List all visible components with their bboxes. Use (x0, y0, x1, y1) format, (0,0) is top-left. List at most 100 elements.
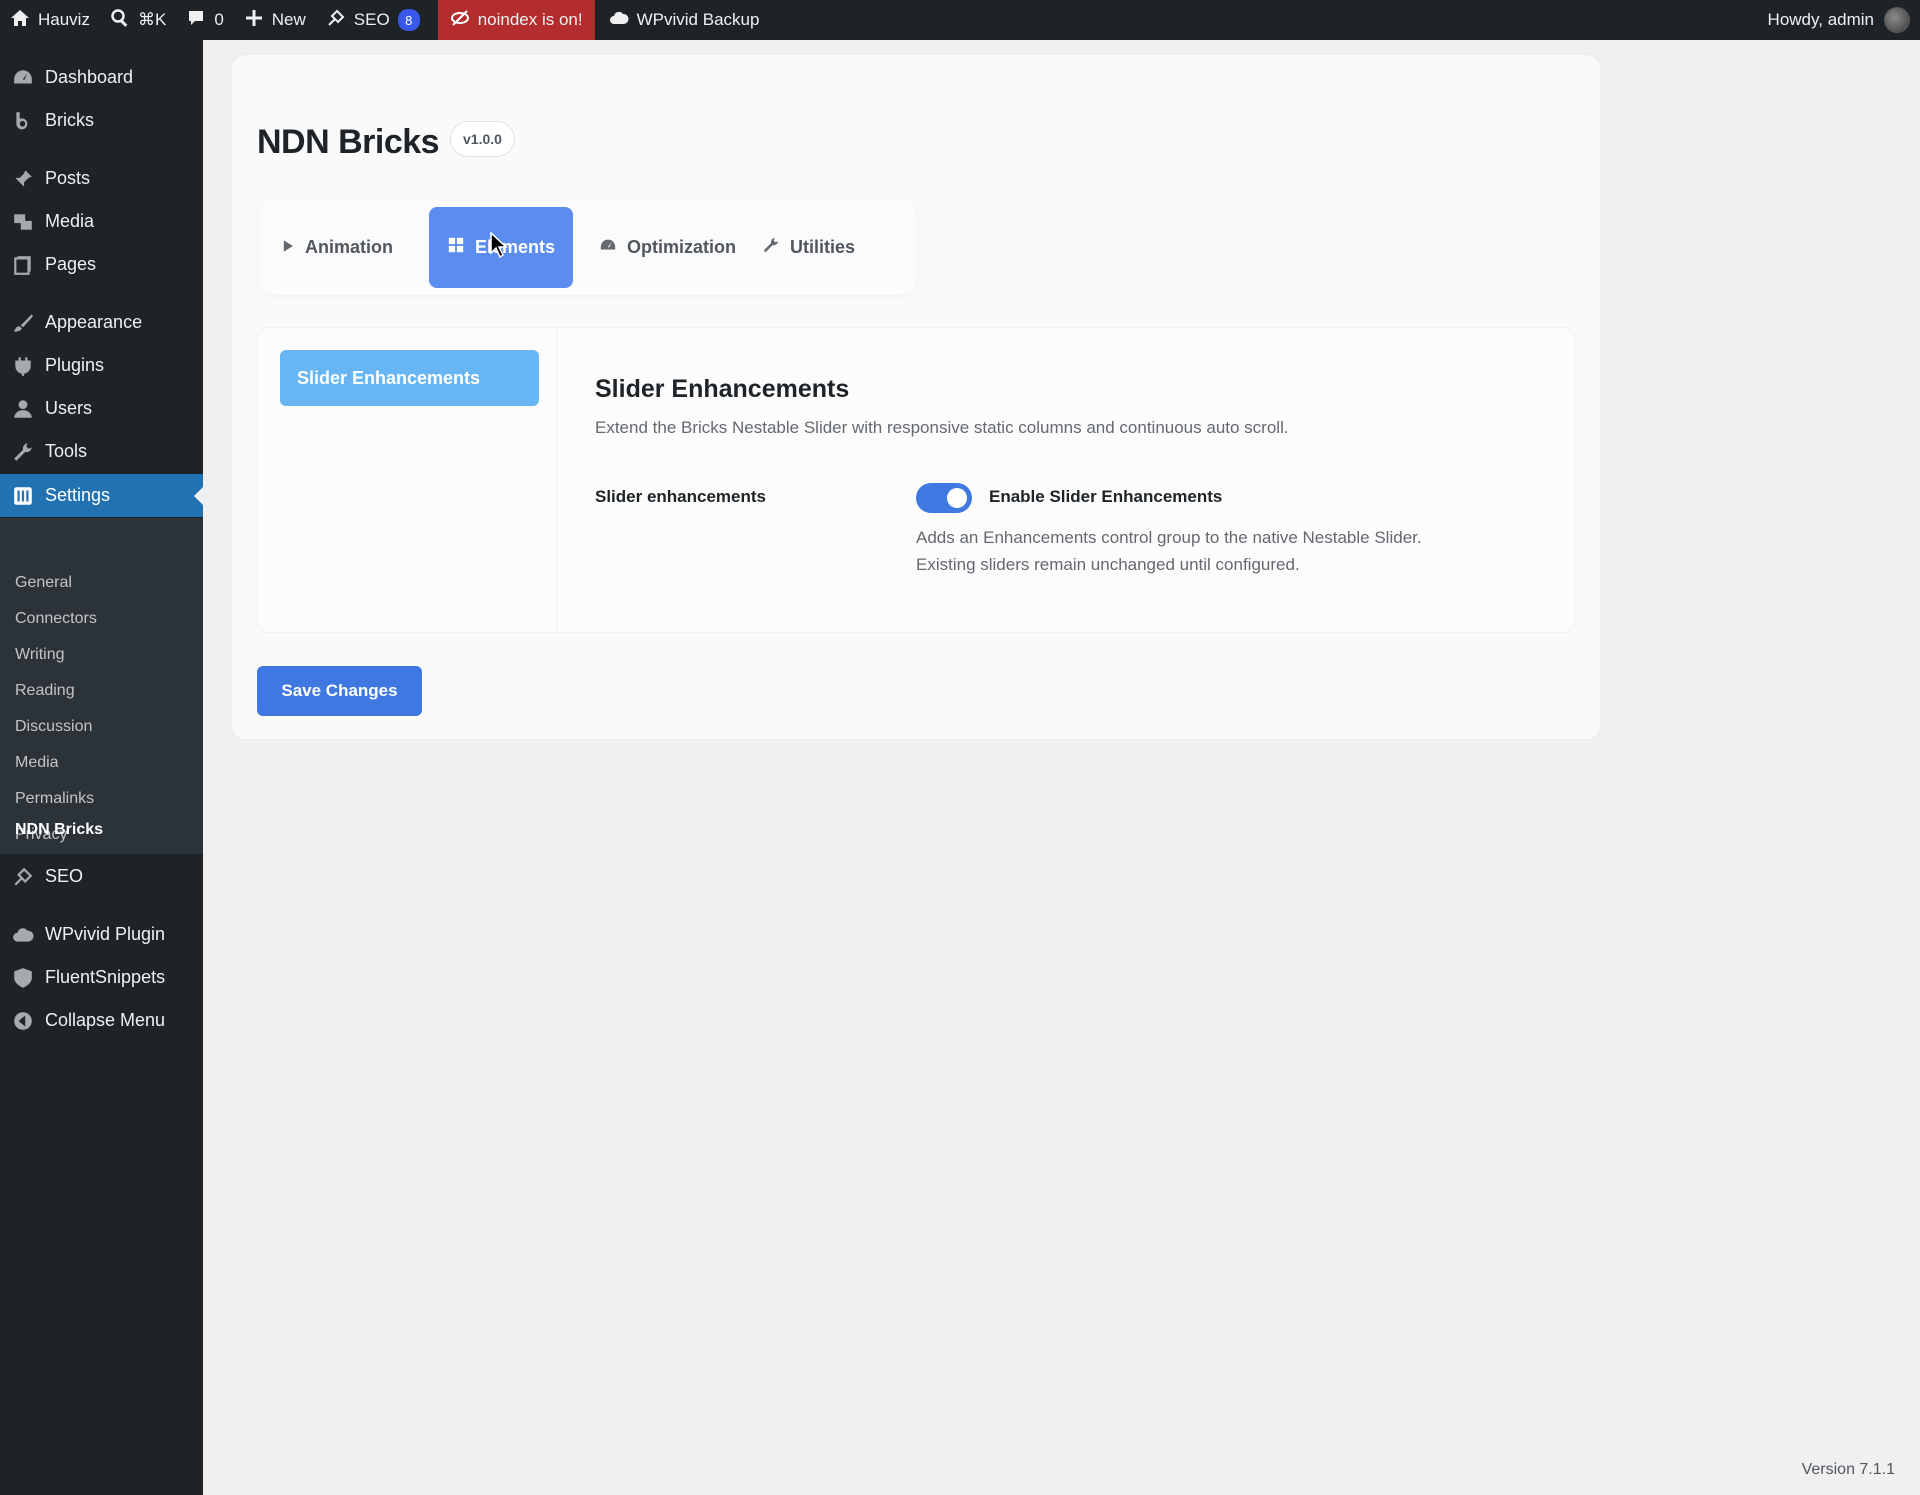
media-icon (11, 210, 35, 234)
menu-label: Bricks (45, 110, 94, 130)
tab-utilities[interactable]: Utilities (744, 207, 873, 288)
menu-item-users[interactable]: Users (0, 387, 203, 430)
settings-panel: Slider Enhancements Slider Enhancements … (257, 327, 1575, 634)
gauge-icon (599, 236, 617, 259)
seo-menu-link[interactable]: SEO 8 (316, 0, 430, 40)
menu-item-posts[interactable]: Posts (0, 157, 203, 200)
submenu-item-discussion[interactable]: Discussion (15, 718, 92, 736)
submenu-item-reading[interactable]: Reading (15, 682, 75, 700)
menu-item-appearance[interactable]: Appearance (0, 301, 203, 344)
tabs-bar: Animation Elements Optimization Utilitie… (259, 201, 916, 295)
settings-icon (11, 484, 35, 508)
backup-label: WPvivid Backup (636, 10, 760, 29)
new-content-link[interactable]: New (234, 0, 316, 40)
mouse-cursor-icon (490, 231, 508, 259)
menu-label: Plugins (45, 355, 105, 375)
menu-label: Appearance (45, 312, 143, 332)
help-text-line: Adds an Enhancements control group to th… (916, 528, 1422, 547)
section-title: Slider Enhancements (595, 375, 850, 403)
wrench-icon (11, 440, 35, 464)
menu-label: FluentSnippets (45, 967, 166, 987)
menu-label: Media (45, 211, 95, 231)
plus-icon (244, 8, 264, 33)
current-indicator (194, 487, 203, 505)
menu-item-settings[interactable]: Settings (0, 474, 203, 517)
menu-label: Pages (45, 254, 97, 274)
wrench-icon (762, 236, 780, 259)
comment-icon (186, 8, 206, 33)
collapse-menu-button[interactable]: Collapse Menu (0, 999, 203, 1042)
submenu-item-connectors[interactable]: Connectors (15, 610, 97, 628)
cloud-icon (11, 923, 35, 947)
menu-label: Settings (45, 485, 111, 505)
submenu-item-writing[interactable]: Writing (15, 646, 65, 664)
seo-icon (11, 865, 35, 889)
admin-bar: Hauviz ⌘K 0 New SEO 8 noindex is on! WPv… (0, 0, 1920, 40)
tab-label: Animation (305, 237, 393, 257)
tab-label: Elements (475, 237, 556, 257)
bricks-icon (11, 109, 35, 133)
comments-count: 0 (214, 10, 224, 29)
menu-label: Posts (45, 168, 91, 188)
search-shortcut: ⌘K (137, 10, 167, 29)
slider-enhancements-toggle[interactable] (916, 483, 972, 513)
menu-item-pages[interactable]: Pages (0, 243, 203, 286)
plugin-icon (11, 354, 35, 378)
noindex-warning[interactable]: noindex is on! (437, 0, 595, 40)
field-label: Slider enhancements (595, 487, 767, 506)
help-text: Adds an Enhancements control group to th… (916, 524, 1516, 578)
submenu-item-media[interactable]: Media (15, 754, 59, 772)
menu-item-plugins[interactable]: Plugins (0, 344, 203, 387)
toggle-label[interactable]: Enable Slider Enhancements (989, 487, 1222, 507)
settings-card: NDN Bricks v1.0.0 Animation Elements Opt… (231, 54, 1601, 740)
tab-optimization[interactable]: Optimization (581, 207, 754, 288)
search-icon (110, 8, 130, 33)
tab-label: Optimization (627, 237, 736, 257)
section-description: Extend the Bricks Nestable Slider with r… (595, 418, 1289, 437)
dashboard-icon (11, 66, 35, 90)
menu-item-tools[interactable]: Tools (0, 430, 203, 473)
grid-icon (447, 236, 465, 259)
settings-submenu: General Connectors Writing Reading Discu… (0, 518, 203, 854)
cloud-icon (609, 8, 629, 33)
tab-label: Utilities (790, 237, 856, 257)
tab-animation[interactable]: Animation (263, 207, 411, 288)
site-name-link[interactable]: Hauviz (0, 0, 100, 40)
menu-label: Tools (45, 441, 88, 461)
seo-icon (326, 8, 346, 33)
page-title: NDN Bricks (257, 123, 440, 161)
menu-item-wpvivid[interactable]: WPvivid Plugin (0, 913, 203, 956)
submenu-item-permalinks[interactable]: Permalinks (15, 790, 94, 808)
eye-slash-icon (450, 8, 470, 33)
seo-count-badge: 8 (397, 9, 420, 31)
command-palette-button[interactable]: ⌘K (100, 0, 176, 40)
my-account[interactable]: Howdy, admin (1768, 0, 1910, 40)
play-icon (281, 237, 295, 258)
sidenav-item-slider-enhancements[interactable]: Slider Enhancements (280, 350, 539, 406)
submenu-item-general[interactable]: General (15, 574, 72, 592)
panel-divider (556, 328, 557, 634)
wp-version: Version 7.1.1 (1801, 1461, 1895, 1478)
site-name: Hauviz (38, 10, 90, 29)
user-icon (11, 397, 35, 421)
howdy-text: Howdy, admin (1767, 10, 1874, 29)
menu-item-fluentsnippets[interactable]: FluentSnippets (0, 956, 203, 999)
menu-item-seo[interactable]: SEO (0, 855, 203, 898)
noindex-label: noindex is on! (477, 10, 583, 29)
menu-item-dashboard[interactable]: Dashboard (0, 56, 203, 99)
save-changes-button[interactable]: Save Changes (257, 666, 422, 716)
menu-item-bricks[interactable]: Bricks (0, 99, 203, 142)
menu-item-media[interactable]: Media (0, 200, 203, 243)
wpvivid-backup-link[interactable]: WPvivid Backup (595, 0, 770, 40)
menu-label: Dashboard (45, 67, 134, 87)
comments-link[interactable]: 0 (176, 0, 233, 40)
menu-label: SEO (45, 866, 84, 886)
menu-label: WPvivid Plugin (45, 924, 166, 944)
seo-label: SEO (353, 10, 390, 29)
avatar (1884, 7, 1910, 33)
collapse-icon (11, 1009, 35, 1033)
admin-sidebar: Dashboard Bricks Posts Media Pages Appea… (0, 40, 203, 1495)
shield-icon (11, 966, 35, 990)
pin-icon (11, 167, 35, 191)
submenu-item-ndn-bricks[interactable]: NDN Bricks (15, 821, 103, 839)
